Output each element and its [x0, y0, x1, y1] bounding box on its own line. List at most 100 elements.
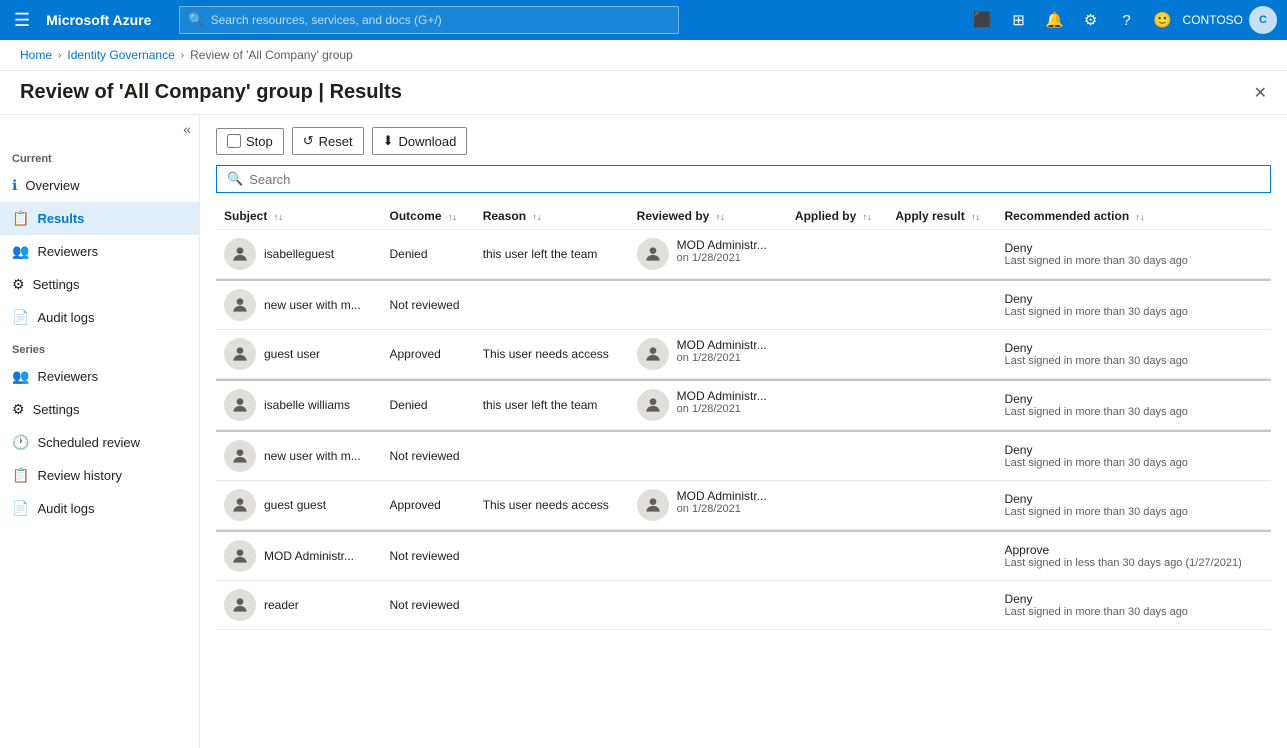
col-applied-by[interactable]: Applied by ↑↓: [787, 203, 887, 230]
reviewed-by-cell: MOD Administr... on 1/28/2021: [629, 380, 787, 430]
sort-reason-icon: ↑↓: [532, 212, 541, 222]
settings-icon[interactable]: ⚙: [1075, 4, 1107, 36]
user-menu[interactable]: CONTOSO C: [1183, 6, 1277, 34]
subject-name: new user with m...: [264, 449, 361, 463]
rec-action-note: Last signed in more than 30 days ago: [1004, 457, 1263, 469]
sidebar-item-overview[interactable]: ℹ Overview: [0, 169, 199, 202]
outcome-value: Denied: [389, 398, 427, 412]
user-label: CONTOSO: [1183, 13, 1243, 27]
subject-name: isabelleguest: [264, 247, 334, 261]
applied-by-cell: [787, 380, 887, 430]
col-reason[interactable]: Reason ↑↓: [475, 203, 629, 230]
stop-checkbox[interactable]: [227, 134, 241, 148]
breadcrumb-identity-governance[interactable]: Identity Governance: [67, 48, 174, 62]
sidebar-item-scheduled-review[interactable]: 🕐 Scheduled review: [0, 426, 199, 459]
hamburger-icon[interactable]: ☰: [10, 6, 34, 35]
reason-cell: [475, 280, 629, 330]
subject-name: guest user: [264, 347, 320, 361]
outcome-cell: Denied: [381, 380, 474, 430]
apply-result-cell: [887, 330, 996, 379]
rec-action-note: Last signed in more than 30 days ago: [1004, 355, 1263, 367]
global-search-input[interactable]: [211, 13, 671, 27]
outcome-value: Not reviewed: [389, 298, 459, 312]
sidebar-item-results[interactable]: 📋 Results: [0, 202, 199, 235]
apply-result-cell: [887, 431, 996, 481]
audit-logs-icon: 📄: [12, 309, 29, 326]
reviewed-by-cell: MOD Administr... on 1/28/2021: [629, 230, 787, 279]
stop-button[interactable]: Stop: [216, 128, 284, 155]
sidebar-item-audit-logs-series[interactable]: 📄 Audit logs: [0, 492, 199, 525]
search-input[interactable]: [249, 172, 1260, 187]
recommended-action-cell: Deny Last signed in more than 30 days ag…: [996, 431, 1271, 481]
rec-action-label: Deny: [1004, 392, 1263, 406]
sidebar-item-review-history[interactable]: 📋 Review history: [0, 459, 199, 492]
col-apply-result[interactable]: Apply result ↑↓: [887, 203, 996, 230]
outcome-cell: Not reviewed: [381, 280, 474, 330]
reviewed-by-cell: MOD Administr... on 1/28/2021: [629, 481, 787, 530]
rec-action-note: Last signed in more than 30 days ago: [1004, 306, 1263, 318]
page-title: Review of 'All Company' group | Results: [20, 81, 402, 104]
collapse-sidebar-button[interactable]: «: [183, 121, 191, 137]
reviewed-by-cell: [629, 431, 787, 481]
reset-button[interactable]: ↺ Reset: [292, 127, 364, 155]
reviewed-by-cell: [629, 280, 787, 330]
sidebar-item-reviewers-series[interactable]: 👥 Reviewers: [0, 360, 199, 393]
sidebar-item-settings[interactable]: ⚙ Settings: [0, 268, 199, 301]
avatar: C: [1249, 6, 1277, 34]
breadcrumb-home[interactable]: Home: [20, 48, 52, 62]
sidebar: « Current ℹ Overview 📋 Results 👥 Reviewe…: [0, 115, 200, 748]
overview-icon: ℹ: [12, 177, 17, 194]
rec-action-label: Deny: [1004, 241, 1263, 255]
sidebar-item-label-scheduled-review: Scheduled review: [37, 435, 140, 450]
cloud-shell-icon[interactable]: ⬛: [967, 4, 999, 36]
search-bar[interactable]: 🔍: [216, 165, 1271, 193]
subject-cell: new user with m...: [216, 431, 381, 481]
global-search-bar[interactable]: 🔍: [179, 6, 679, 34]
table-row: isabelle williams Deniedthis user left t…: [216, 380, 1271, 430]
reason-value: this user left the team: [483, 398, 598, 412]
applied-by-cell: [787, 280, 887, 330]
subject-name: MOD Administr...: [264, 549, 354, 563]
main-content: Stop ↺ Reset ⬇ Download 🔍 Subject ↑↓: [200, 115, 1287, 748]
breadcrumb: Home › Identity Governance › Review of '…: [0, 40, 1287, 71]
applied-by-cell: [787, 581, 887, 630]
subject-cell: MOD Administr...: [216, 531, 381, 581]
sidebar-item-reviewers[interactable]: 👥 Reviewers: [0, 235, 199, 268]
reviewers-series-icon: 👥: [12, 368, 29, 385]
user-avatar: [224, 440, 256, 472]
download-button[interactable]: ⬇ Download: [372, 127, 468, 155]
sidebar-item-settings-series[interactable]: ⚙ Settings: [0, 393, 199, 426]
col-outcome[interactable]: Outcome ↑↓: [381, 203, 474, 230]
settings-series-icon: ⚙: [12, 401, 25, 418]
outcome-value: Denied: [389, 247, 427, 261]
sort-reviewed-icon: ↑↓: [716, 212, 725, 222]
feedback-icon[interactable]: 🙂: [1147, 4, 1179, 36]
reviewer-info: MOD Administr... on 1/28/2021: [677, 338, 767, 364]
close-button[interactable]: ✕: [1254, 83, 1267, 103]
rec-action-container: Deny Last signed in more than 30 days ag…: [1004, 241, 1263, 267]
col-reviewed-by[interactable]: Reviewed by ↑↓: [629, 203, 787, 230]
sort-subject-icon: ↑↓: [274, 212, 283, 222]
main-layout: « Current ℹ Overview 📋 Results 👥 Reviewe…: [0, 115, 1287, 748]
sidebar-item-label-reviewers: Reviewers: [37, 244, 98, 259]
reason-value: This user needs access: [483, 347, 609, 361]
user-avatar: [224, 589, 256, 621]
help-icon[interactable]: ?: [1111, 4, 1143, 36]
col-recommended-action[interactable]: Recommended action ↑↓: [996, 203, 1271, 230]
col-subject[interactable]: Subject ↑↓: [216, 203, 381, 230]
reason-value: This user needs access: [483, 498, 609, 512]
subject-cell: guest user: [216, 330, 381, 379]
settings-nav-icon: ⚙: [12, 276, 25, 293]
apply-result-cell: [887, 380, 996, 430]
notifications-icon[interactable]: 🔔: [1039, 4, 1071, 36]
subject-cell: reader: [216, 581, 381, 630]
rec-action-container: Approve Last signed in less than 30 days…: [1004, 543, 1263, 569]
reviewer-date: on 1/28/2021: [677, 252, 767, 264]
outcome-cell: Approved: [381, 481, 474, 530]
sidebar-item-label-settings: Settings: [33, 277, 80, 292]
directory-icon[interactable]: ⊞: [1003, 4, 1035, 36]
sidebar-item-label-settings-series: Settings: [33, 402, 80, 417]
breadcrumb-current: Review of 'All Company' group: [190, 48, 353, 62]
rec-action-container: Deny Last signed in more than 30 days ag…: [1004, 341, 1263, 367]
sidebar-item-audit-logs[interactable]: 📄 Audit logs: [0, 301, 199, 334]
